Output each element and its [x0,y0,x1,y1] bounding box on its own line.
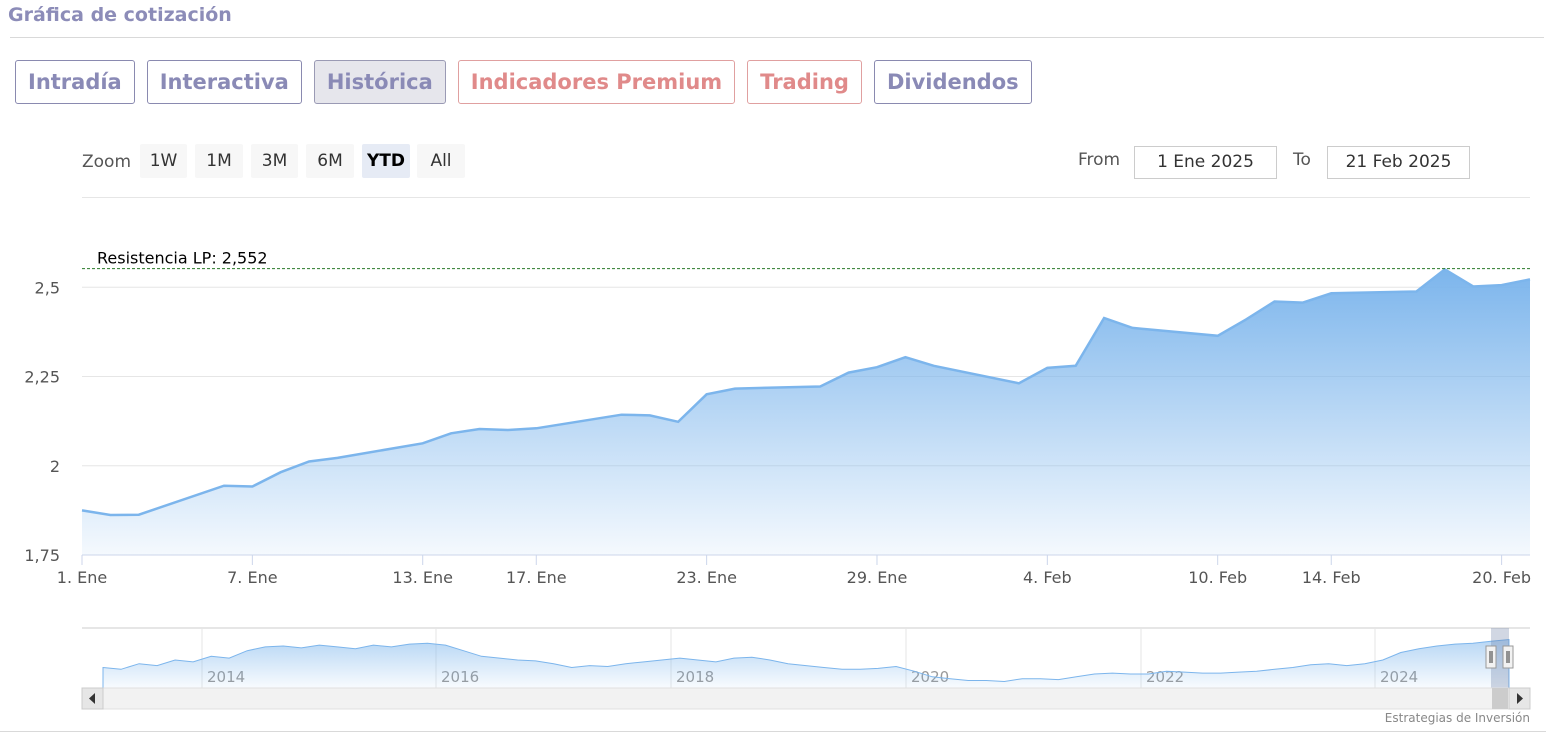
bottom-divider [0,731,1546,732]
navigator-area [102,638,1510,689]
resistance-label: Resistencia LP: 2,552 [97,249,268,268]
scrollbar-track[interactable] [81,687,1531,710]
scrollbar-thumb[interactable] [1492,688,1508,709]
x-tick-label: 13. Ene [392,568,453,587]
x-tick-label: 1. Ene [57,568,107,587]
x-tick-label: 14. Feb [1302,568,1361,587]
navigator-right-handle[interactable] [1502,645,1514,669]
x-tick-label: 20. Feb [1472,568,1531,587]
x-tick-label: 17. Ene [506,568,567,587]
x-tick-label: 10. Feb [1188,568,1247,587]
navigator[interactable]: 201420162018202020222024 [82,627,1530,689]
price-area [82,269,1530,555]
y-tick-label: 2,25 [24,368,60,387]
credits-label: Estrategias de Inversión [1384,711,1530,725]
y-tick-label: 2,5 [35,278,60,297]
x-axis: 1. Ene 7. Ene 13. Ene 17. Ene 23. Ene 29. Ene… [57,555,1531,587]
y-tick-label: 1,75 [24,546,60,565]
x-tick-label: 23. Ene [676,568,737,587]
x-tick-label: 4. Feb [1023,568,1072,587]
price-chart: 1,75 2 2,25 2,5 Resistencia LP: 2,552 1. En… [24,249,1531,710]
x-tick-label: 7. Ene [227,568,277,587]
x-tick-label: 29. Ene [847,568,908,587]
navigator-scrollbar[interactable] [81,687,1531,710]
navigator-left-handle[interactable] [1485,645,1497,669]
y-axis: 1,75 2 2,25 2,5 [24,278,60,565]
y-tick-label: 2 [50,457,60,476]
